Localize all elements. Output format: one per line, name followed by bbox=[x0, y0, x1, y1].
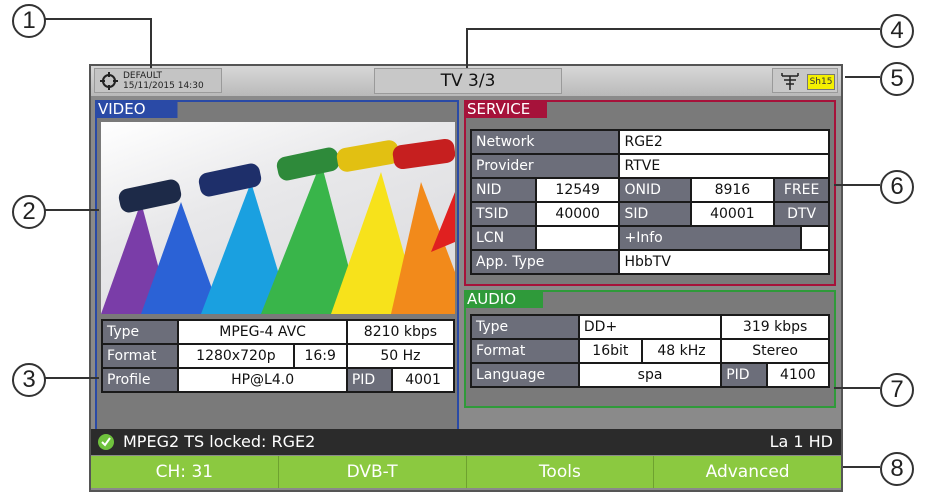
video-info-table: Type MPEG-4 AVC 8210 kbps Format 1280x72… bbox=[100, 319, 456, 393]
video-profile-value: HP@L4.0 bbox=[177, 367, 348, 393]
audio-bits-value: 16bit bbox=[577, 338, 643, 364]
provider-label: Provider bbox=[469, 153, 621, 179]
nid-value: 12549 bbox=[534, 177, 621, 203]
date-box: DEFAULT 15/11/2015 14:30 bbox=[94, 68, 222, 93]
callout-8: 8 bbox=[880, 452, 914, 486]
service-info-table: Network RGE2 Provider RTVE NID 12549 ONI… bbox=[469, 129, 830, 275]
tsid-label: TSID bbox=[470, 201, 537, 227]
tsid-value: 40000 bbox=[534, 201, 621, 227]
video-resolution-value: 1280x720p bbox=[177, 343, 295, 369]
battery-indicator: Sh15 bbox=[807, 74, 835, 90]
free-indicator: FREE bbox=[773, 177, 830, 203]
status-icons: Sh15 bbox=[772, 68, 838, 93]
callout-2: 2 bbox=[12, 195, 46, 229]
provider-value: RTVE bbox=[618, 153, 830, 179]
lcn-label: LCN bbox=[470, 225, 537, 251]
top-bar: DEFAULT 15/11/2015 14:30 TV 3/3 Sh15 bbox=[91, 66, 841, 96]
service-header: SERVICE bbox=[464, 100, 565, 118]
target-icon bbox=[100, 72, 118, 90]
check-icon bbox=[98, 434, 114, 450]
video-format-label: Format bbox=[100, 343, 180, 369]
callout-4: 4 bbox=[880, 14, 914, 48]
video-type-label: Type bbox=[100, 319, 180, 345]
callout-1: 1 bbox=[12, 4, 46, 38]
sid-label: SID bbox=[618, 201, 692, 227]
tools-softkey[interactable]: Tools bbox=[467, 456, 655, 488]
dtv-indicator: DTV bbox=[773, 201, 830, 227]
video-type-value: MPEG-4 AVC bbox=[177, 319, 348, 345]
more-info-checkbox[interactable] bbox=[800, 225, 830, 251]
audio-type-value: DD+ bbox=[577, 314, 723, 340]
callout-7: 7 bbox=[880, 373, 914, 407]
onid-label: ONID bbox=[618, 177, 692, 203]
lcn-value bbox=[534, 225, 621, 251]
video-thumbnail-image bbox=[101, 138, 455, 314]
audio-mode-value: Stereo bbox=[720, 338, 830, 364]
audio-bitrate-value: 319 kbps bbox=[720, 314, 830, 340]
audio-header: AUDIO bbox=[464, 290, 565, 308]
network-value: RGE2 bbox=[618, 129, 830, 155]
video-aspect-value: 16:9 bbox=[292, 343, 348, 369]
more-info-button[interactable]: +Info bbox=[618, 225, 802, 251]
datetime: 15/11/2015 14:30 bbox=[123, 81, 204, 91]
video-profile-label: Profile bbox=[100, 367, 180, 393]
video-preview bbox=[101, 122, 455, 314]
callout-6: 6 bbox=[880, 170, 914, 204]
channel-softkey[interactable]: CH: 31 bbox=[91, 456, 279, 488]
callout-3: 3 bbox=[12, 363, 46, 397]
audio-pid-value: 4100 bbox=[765, 362, 831, 388]
profile-name: DEFAULT bbox=[123, 71, 162, 81]
status-bar: MPEG2 TS locked: RGE2 La 1 HD bbox=[91, 429, 841, 455]
audio-type-label: Type bbox=[470, 314, 580, 340]
onid-value: 8916 bbox=[689, 177, 776, 203]
nid-label: NID bbox=[470, 177, 537, 203]
audio-info-table: Type DD+ 319 kbps Format 16bit 48 kHz St… bbox=[470, 314, 831, 388]
audio-language-value: spa bbox=[577, 362, 723, 388]
channel-name: La 1 HD bbox=[769, 432, 833, 451]
screen-title: TV 3/3 bbox=[374, 68, 562, 94]
standard-softkey[interactable]: DVB-T bbox=[279, 456, 467, 488]
audio-format-label: Format bbox=[470, 338, 580, 364]
softkey-bar: CH: 31 DVB-T Tools Advanced bbox=[91, 456, 841, 488]
video-pid-label: PID bbox=[345, 367, 394, 393]
device-screen: DEFAULT 15/11/2015 14:30 TV 3/3 Sh15 VID… bbox=[89, 64, 843, 492]
audio-freq-value: 48 kHz bbox=[640, 338, 723, 364]
app-type-value: HbbTV bbox=[618, 249, 830, 275]
app-type-label: App. Type bbox=[469, 249, 621, 275]
advanced-softkey[interactable]: Advanced bbox=[654, 456, 841, 488]
video-bitrate-value: 8210 kbps bbox=[345, 319, 456, 345]
audio-language-label: Language bbox=[470, 362, 580, 388]
antenna-icon bbox=[781, 73, 799, 90]
video-pid-value: 4001 bbox=[391, 367, 455, 393]
callout-5: 5 bbox=[880, 62, 914, 96]
lock-status-text: MPEG2 TS locked: RGE2 bbox=[123, 432, 316, 451]
audio-pid-label: PID bbox=[720, 362, 768, 388]
video-rate-value: 50 Hz bbox=[345, 343, 456, 369]
network-label: Network bbox=[469, 129, 621, 155]
video-header: VIDEO bbox=[95, 100, 198, 118]
sid-value: 40001 bbox=[689, 201, 776, 227]
